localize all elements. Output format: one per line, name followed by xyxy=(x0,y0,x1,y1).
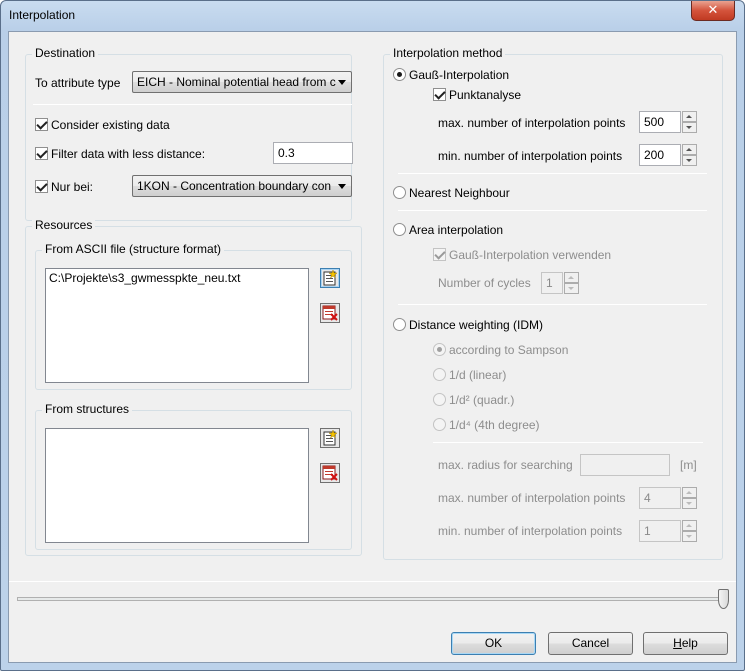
attribute-type-value: EICH - Nominal potential head from c xyxy=(137,75,336,89)
attribute-type-combo[interactable]: EICH - Nominal potential head from c xyxy=(132,71,352,93)
chevron-down-icon xyxy=(338,184,346,189)
resources-title: Resources xyxy=(32,218,96,232)
idw-max-points-spinner[interactable] xyxy=(682,487,697,509)
ascii-file-list[interactable]: C:\Projekte\s3_gwmesspkte_neu.txt xyxy=(45,268,309,383)
structures-title: From structures xyxy=(42,402,133,416)
idw-max-points-label: max. number of interpolation points xyxy=(438,491,626,505)
gauss-label: Gauß-Interpolation xyxy=(409,68,510,82)
area-interpolation-radio[interactable] xyxy=(393,223,406,236)
consider-existing-checkbox[interactable] xyxy=(35,118,48,131)
idw-radio[interactable] xyxy=(393,318,406,331)
filter-distance-label: Filter data with less distance: xyxy=(51,147,206,161)
method-title: Interpolation method xyxy=(390,46,506,60)
idw-label: Distance weighting (IDM) xyxy=(409,318,544,332)
idw-radius-unit: [m] xyxy=(680,458,697,472)
close-icon: ✕ xyxy=(707,2,719,17)
interpolation-dialog: Interpolation ✕ Destination To attribute… xyxy=(0,0,745,671)
add-file-icon xyxy=(323,429,338,446)
chevron-down-icon xyxy=(338,80,346,85)
consider-existing-label: Consider existing data xyxy=(51,118,170,132)
window-title: Interpolation xyxy=(9,8,76,22)
area-use-gauss-label: Gauß-Interpolation verwenden xyxy=(449,248,612,262)
area-interpolation-label: Area interpolation xyxy=(409,223,504,237)
idw-max-points-value: 4 xyxy=(644,491,651,505)
divider xyxy=(9,581,736,582)
gauss-max-points-value: 500 xyxy=(644,115,665,129)
idw-quadratic-radio[interactable] xyxy=(433,393,446,406)
nur-bei-combo[interactable]: 1KON - Concentration boundary con xyxy=(132,175,352,197)
nur-bei-label: Nur bei: xyxy=(51,180,94,194)
nearest-neighbour-label: Nearest Neighbour xyxy=(409,186,510,200)
help-mnemonic: H xyxy=(673,636,682,650)
help-button[interactable]: Help xyxy=(643,632,728,655)
idw-radius-label: max. radius for searching xyxy=(438,458,573,472)
divider xyxy=(398,173,707,174)
title-bar[interactable]: Interpolation ✕ xyxy=(1,1,744,31)
idw-min-points-label: min. number of interpolation points xyxy=(438,524,623,538)
punktanalyse-label: Punktanalyse xyxy=(449,88,522,102)
divider xyxy=(398,210,707,211)
idw-4th-degree-label: 1/d⁴ (4th degree) xyxy=(449,418,540,432)
add-ascii-file-button[interactable] xyxy=(320,268,340,288)
idw-quadratic-label: 1/d² (quadr.) xyxy=(449,393,515,407)
gauss-max-points-input[interactable]: 500 xyxy=(639,111,681,133)
gauss-min-points-input[interactable]: 200 xyxy=(639,144,681,166)
progress-slider-thumb[interactable] xyxy=(718,589,729,609)
dialog-client-area: Destination To attribute type EICH - Nom… xyxy=(8,31,737,663)
nearest-neighbour-radio[interactable] xyxy=(393,186,406,199)
help-label-rest: elp xyxy=(681,636,698,650)
gauss-min-points-value: 200 xyxy=(644,148,665,162)
close-button[interactable]: ✕ xyxy=(691,1,735,21)
progress-slider-track[interactable] xyxy=(17,597,729,601)
add-structure-button[interactable] xyxy=(320,428,340,448)
ok-button[interactable]: OK xyxy=(451,632,536,655)
nur-bei-checkbox[interactable] xyxy=(35,180,48,193)
gauss-radio[interactable] xyxy=(393,68,406,81)
attribute-type-label: To attribute type xyxy=(35,76,121,90)
idw-sampson-radio[interactable] xyxy=(433,343,446,356)
cycles-spinner[interactable] xyxy=(564,272,579,294)
divider xyxy=(433,442,703,443)
divider xyxy=(398,304,707,305)
delete-file-icon xyxy=(322,305,338,321)
gauss-max-points-label: max. number of interpolation points xyxy=(438,116,626,130)
filter-distance-input[interactable]: 0.3 xyxy=(273,142,353,164)
idw-4th-degree-radio[interactable] xyxy=(433,418,446,431)
idw-max-points-input[interactable]: 4 xyxy=(639,487,681,509)
gauss-min-points-label: min. number of interpolation points xyxy=(438,149,623,163)
cancel-button[interactable]: Cancel xyxy=(548,632,633,655)
filter-distance-value: 0.3 xyxy=(278,146,295,160)
idw-linear-radio[interactable] xyxy=(433,368,446,381)
divider xyxy=(33,104,352,105)
add-file-icon xyxy=(323,269,338,286)
delete-ascii-file-button[interactable] xyxy=(320,303,340,323)
idw-radius-input[interactable] xyxy=(580,454,670,476)
idw-min-points-value: 1 xyxy=(644,524,651,538)
area-use-gauss-checkbox[interactable] xyxy=(433,248,446,261)
list-item[interactable]: C:\Projekte\s3_gwmesspkte_neu.txt xyxy=(49,271,305,285)
filter-distance-checkbox[interactable] xyxy=(35,147,48,160)
ascii-file-title: From ASCII file (structure format) xyxy=(42,242,225,256)
delete-structure-button[interactable] xyxy=(320,463,340,483)
idw-sampson-label: according to Sampson xyxy=(449,343,569,357)
gauss-min-points-spinner[interactable] xyxy=(682,144,697,166)
gauss-max-points-spinner[interactable] xyxy=(682,111,697,133)
idw-min-points-spinner[interactable] xyxy=(682,520,697,542)
destination-title: Destination xyxy=(32,46,99,60)
nur-bei-value: 1KON - Concentration boundary con xyxy=(137,179,332,193)
cycles-input[interactable]: 1 xyxy=(541,272,563,294)
cycles-value: 1 xyxy=(546,276,553,290)
punktanalyse-checkbox[interactable] xyxy=(433,88,446,101)
idw-linear-label: 1/d (linear) xyxy=(449,368,507,382)
delete-file-icon xyxy=(322,465,338,481)
idw-min-points-input[interactable]: 1 xyxy=(639,520,681,542)
cycles-label: Number of cycles xyxy=(438,276,531,290)
structures-list[interactable] xyxy=(45,428,309,543)
